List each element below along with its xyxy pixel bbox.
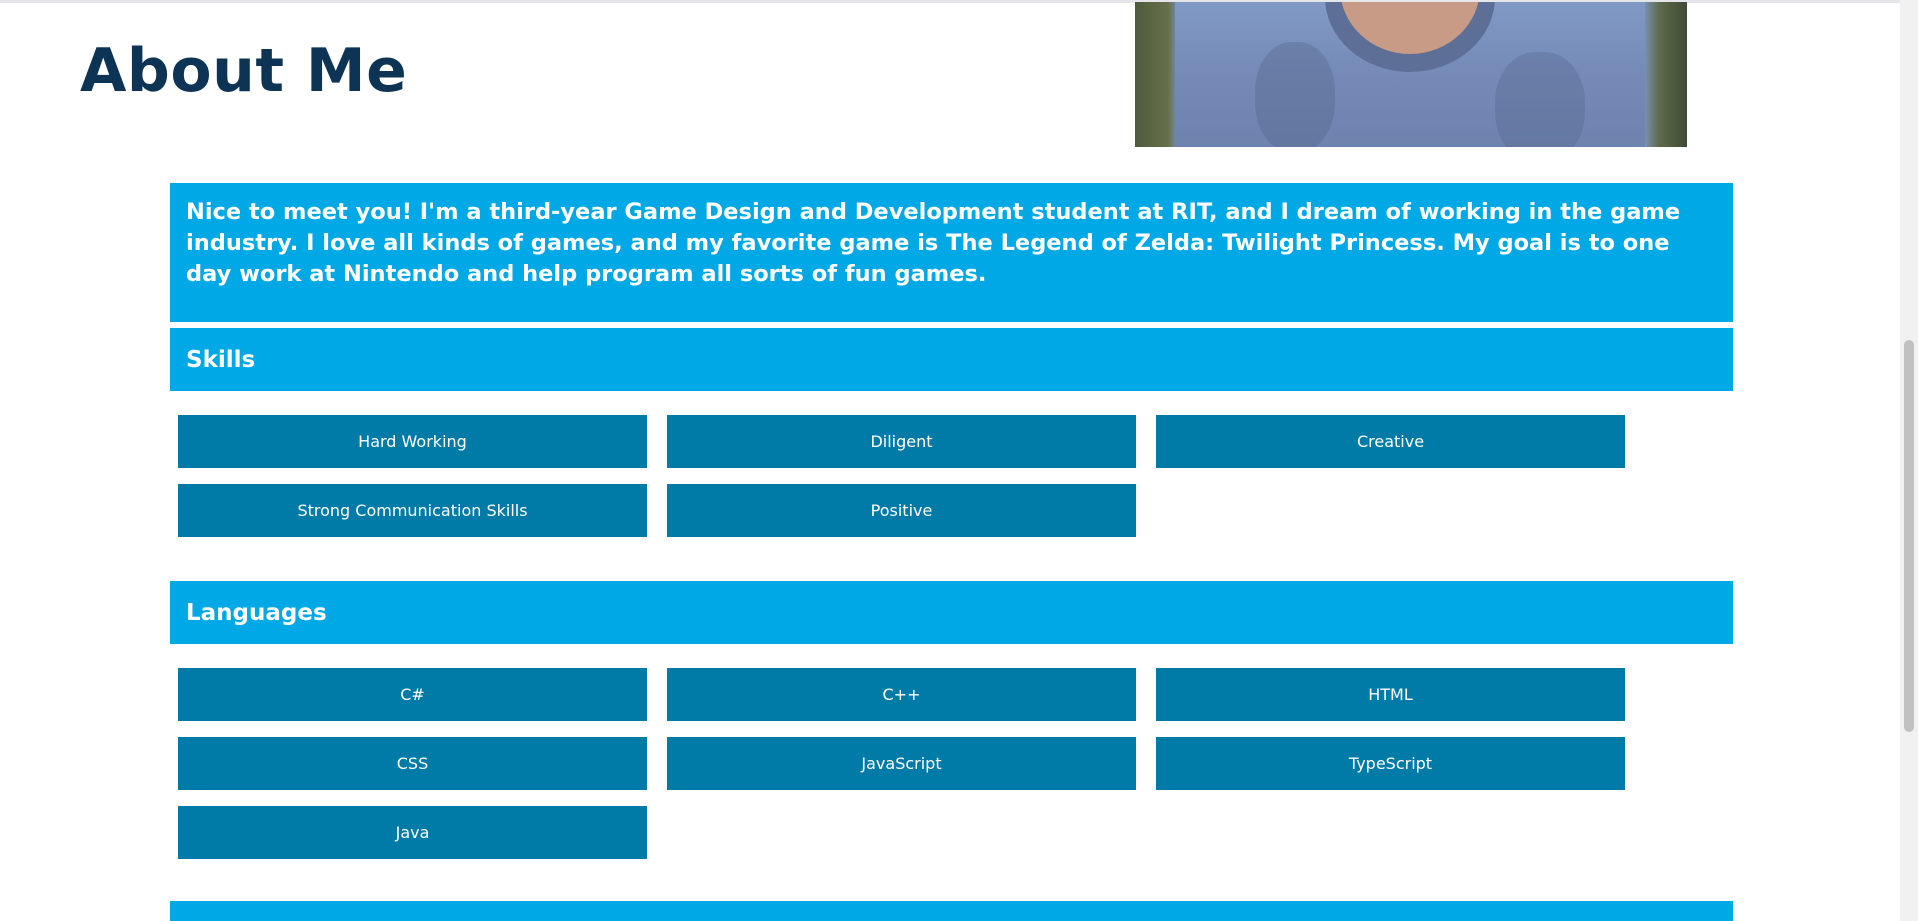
profile-photo xyxy=(1135,2,1687,147)
language-tile: TypeScript xyxy=(1156,737,1625,790)
intro-section: Nice to meet you! I'm a third-year Game … xyxy=(170,183,1733,322)
next-section-heading xyxy=(170,901,1733,921)
skill-tile: Hard Working xyxy=(178,415,647,468)
language-tile: JavaScript xyxy=(667,737,1136,790)
languages-heading-label: Languages xyxy=(186,599,327,626)
languages-heading: Languages xyxy=(170,581,1733,644)
skill-tile: Positive xyxy=(667,484,1136,537)
skill-tile: Creative xyxy=(1156,415,1625,468)
language-tile: Java xyxy=(178,806,647,859)
skills-list: Hard Working Diligent Creative Strong Co… xyxy=(178,415,1625,537)
scrollbar-thumb[interactable] xyxy=(1904,340,1914,732)
language-tile: C# xyxy=(178,668,647,721)
page-title: About Me xyxy=(80,36,408,106)
skill-tile: Diligent xyxy=(667,415,1136,468)
language-tile: CSS xyxy=(178,737,647,790)
skills-heading-label: Skills xyxy=(186,346,256,373)
skill-tile: Strong Communication Skills xyxy=(178,484,647,537)
language-tile: HTML xyxy=(1156,668,1625,721)
page-scrollbar[interactable] xyxy=(1900,0,1918,921)
skills-heading: Skills xyxy=(170,328,1733,391)
intro-text: Nice to meet you! I'm a third-year Game … xyxy=(186,199,1681,287)
language-tile: C++ xyxy=(667,668,1136,721)
languages-list: C# C++ HTML CSS JavaScript TypeScript Ja… xyxy=(178,668,1625,859)
